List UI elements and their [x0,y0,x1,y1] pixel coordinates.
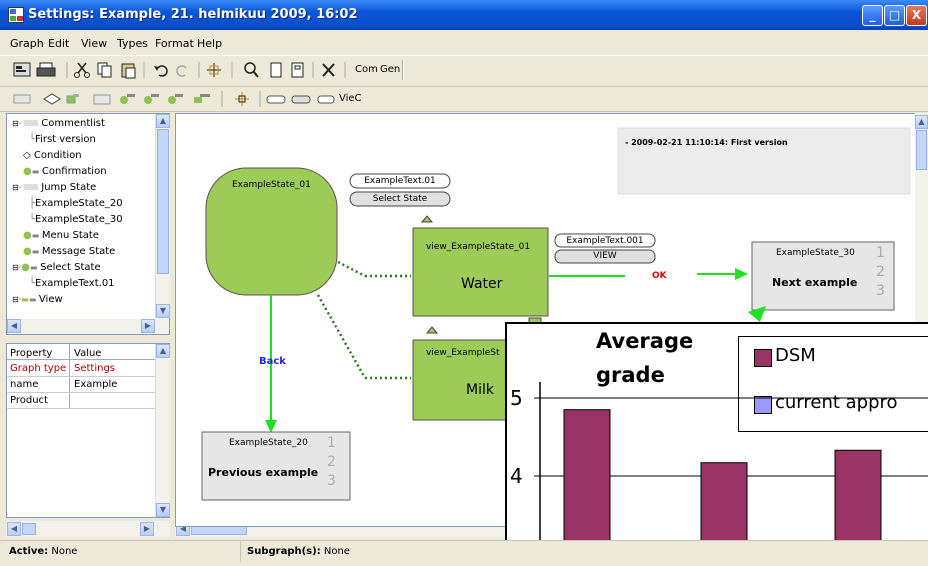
link-dotted [316,294,367,379]
exampletext-01-label: ExampleText.01 [364,176,436,186]
exampletext-001-label: ExampleText.001 [566,236,644,246]
arrow-head [735,268,748,280]
back-edge-label: Back [259,356,286,367]
previous-example-label: Previous example [208,466,319,479]
state-30-digits: 123 [876,245,885,299]
status-divider [240,540,241,562]
state-20-digits: 123 [327,435,336,489]
water-label: Water [461,276,503,292]
ok-edge-label: OK [652,271,667,281]
arrow-head [265,420,277,433]
view-label: VIEW [593,251,617,261]
examplestate-30-label: ExampleState_30 [776,248,855,258]
ytick-5: 5 [510,386,523,410]
comment-text: - 2009-02-21 11:10:14: First version [625,138,788,147]
select-state-label: Select State [372,194,428,204]
next-example-label: Next example [772,276,858,289]
view-examplestate-01-label: view_ExampleState_01 [426,242,531,252]
ytick-4: 4 [510,464,523,488]
view-examplestate-02-label: view_ExampleSt [426,348,500,358]
view-state-tab [420,215,434,223]
examplestate-20-label: ExampleState_20 [229,438,308,448]
status-subgraph: Subgraph(s): None [247,546,350,557]
milk-label: Milk [466,382,494,398]
status-bar [0,540,928,563]
link-dotted [337,260,366,278]
examplestate-01-label: ExampleState_01 [232,180,311,190]
status-active: Active: None [9,546,78,557]
chart-plot [534,382,928,562]
view-state-tab [425,326,439,334]
